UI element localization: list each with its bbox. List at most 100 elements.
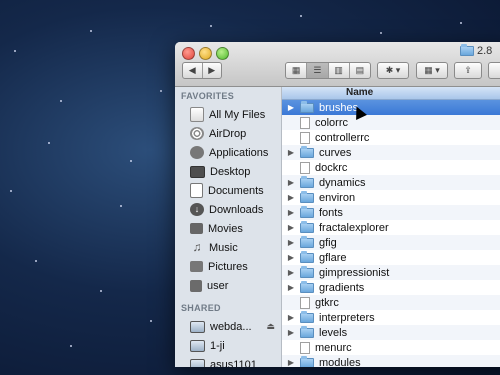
- folder-row[interactable]: ▶ interpreters: [282, 310, 500, 325]
- folder-icon: [300, 145, 314, 158]
- forward-button[interactable]: ▶: [203, 63, 222, 78]
- sidebar-item-applications[interactable]: Applications: [175, 143, 281, 162]
- eject-icon[interactable]: ⏏: [266, 321, 275, 332]
- share-button[interactable]: ⇪: [454, 62, 482, 79]
- window-title: 2.8: [460, 44, 493, 57]
- file-row[interactable]: menurc: [282, 340, 500, 355]
- folder-row[interactable]: ▶ modules: [282, 355, 500, 367]
- folder-row[interactable]: ▶ levels: [282, 325, 500, 340]
- disclosure-triangle-icon[interactable]: ▶: [285, 253, 297, 262]
- list-view-button[interactable]: ☰: [307, 63, 329, 78]
- airdrop-icon: [190, 127, 204, 140]
- sidebar: FAVORITES All My Files AirDrop Application…: [175, 87, 282, 367]
- file-name: fractalexplorer: [319, 221, 389, 234]
- disclosure-triangle-icon[interactable]: ▶: [285, 148, 297, 157]
- file-name: interpreters: [319, 311, 375, 324]
- disclosure-triangle-icon[interactable]: ▶: [285, 313, 297, 322]
- sidebar-favorites-header: FAVORITES: [181, 91, 235, 101]
- document-icon: [300, 341, 310, 354]
- action-menu-button[interactable]: ✱ ▾: [377, 62, 409, 79]
- folder-row[interactable]: ▶ gflare: [282, 250, 500, 265]
- sidebar-item-label: Desktop: [210, 165, 251, 178]
- file-name: gfig: [319, 236, 337, 249]
- file-name: curves: [319, 146, 352, 159]
- icon-view-button[interactable]: ▦: [286, 63, 308, 78]
- finder-window: 2.8 ◀ ▶ ▦ ☰ ▥ ▤ ✱ ▾ ▦ ▾ ⇪ FAVORITES All …: [175, 42, 500, 367]
- cover-flow-button[interactable]: ▤: [350, 63, 370, 78]
- sidebar-item-label: webda...: [210, 320, 252, 333]
- folder-row[interactable]: ▶ gimpressionist: [282, 265, 500, 280]
- sidebar-item-documents[interactable]: Documents: [175, 181, 281, 200]
- zoom-window-button[interactable]: [216, 47, 229, 60]
- disclosure-triangle-icon[interactable]: ▶: [285, 328, 297, 337]
- sidebar-item-label: Applications: [209, 146, 269, 159]
- sidebar-item-music[interactable]: ♫ Music: [175, 238, 281, 257]
- view-mode-control[interactable]: ▦ ☰ ▥ ▤: [285, 62, 371, 79]
- sidebar-item-label: asus1101: [210, 358, 257, 368]
- disclosure-triangle-icon[interactable]: ▶: [285, 103, 297, 112]
- sidebar-item-desktop[interactable]: Desktop: [175, 162, 281, 181]
- sidebar-item-webda[interactable]: webda... ⏏: [175, 317, 281, 336]
- disclosure-triangle-icon[interactable]: ▶: [285, 358, 297, 367]
- disclosure-triangle-icon[interactable]: ▶: [285, 178, 297, 187]
- disclosure-triangle-icon[interactable]: ▶: [285, 208, 297, 217]
- file-row[interactable]: dockrc: [282, 160, 500, 175]
- disclosure-triangle-icon[interactable]: ▶: [285, 268, 297, 277]
- column-view-button[interactable]: ▥: [329, 63, 350, 78]
- name-column-header[interactable]: Name: [282, 87, 500, 100]
- folder-row[interactable]: ▶ gradients: [282, 280, 500, 295]
- file-row[interactable]: controllerrc: [282, 130, 500, 145]
- folder-row[interactable]: ▶ brushes: [282, 100, 500, 115]
- sidebar-item-airdrop[interactable]: AirDrop: [175, 124, 281, 143]
- document-icon: [300, 131, 310, 144]
- sidebar-item-pictures[interactable]: Pictures: [175, 257, 281, 276]
- sidebar-item-user[interactable]: user: [175, 276, 281, 295]
- home-icon: [190, 279, 202, 292]
- computer-icon: [190, 320, 205, 333]
- documents-icon: [190, 183, 203, 198]
- disclosure-triangle-icon[interactable]: ▶: [285, 223, 297, 232]
- folder-row[interactable]: ▶ gfig: [282, 235, 500, 250]
- movies-icon: [190, 223, 203, 234]
- sidebar-item-label: All My Files: [209, 108, 266, 121]
- folder-icon: [300, 250, 314, 263]
- search-field[interactable]: [488, 62, 500, 79]
- sidebar-item-label: AirDrop: [209, 127, 247, 140]
- file-name: fonts: [319, 206, 343, 219]
- sidebar-item-downloads[interactable]: ↓ Downloads: [175, 200, 281, 219]
- computer-icon: [190, 358, 205, 367]
- folder-row[interactable]: ▶ environ: [282, 190, 500, 205]
- downloads-icon: ↓: [190, 203, 204, 216]
- file-row[interactable]: colorrc: [282, 115, 500, 130]
- file-name: gimpressionist: [319, 266, 390, 279]
- disclosure-triangle-icon[interactable]: ▶: [285, 283, 297, 292]
- music-icon: ♫: [192, 240, 202, 254]
- file-name: levels: [319, 326, 348, 339]
- close-window-button[interactable]: [182, 47, 195, 60]
- minimize-window-button[interactable]: [199, 47, 212, 60]
- sidebar-item-asus1101[interactable]: asus1101: [175, 355, 281, 367]
- folder-row[interactable]: ▶ fonts: [282, 205, 500, 220]
- back-button[interactable]: ◀: [183, 63, 203, 78]
- sidebar-item-all-my-files[interactable]: All My Files: [175, 105, 281, 124]
- window-title-text: 2.8: [477, 45, 493, 57]
- file-name: colorrc: [315, 116, 349, 129]
- folder-icon: [300, 205, 314, 218]
- arrange-menu-button[interactable]: ▦ ▾: [416, 62, 448, 79]
- disclosure-triangle-icon[interactable]: ▶: [285, 193, 297, 202]
- folder-icon: [300, 190, 314, 203]
- titlebar: 2.8 ◀ ▶ ▦ ☰ ▥ ▤ ✱ ▾ ▦ ▾ ⇪: [175, 42, 500, 87]
- disclosure-triangle-icon[interactable]: ▶: [285, 238, 297, 247]
- file-name: dockrc: [315, 161, 348, 174]
- sidebar-item-label: user: [207, 279, 229, 292]
- folder-row[interactable]: ▶ dynamics: [282, 175, 500, 190]
- computer-icon: [190, 339, 205, 352]
- folder-row[interactable]: ▶ fractalexplorer: [282, 220, 500, 235]
- sidebar-item-movies[interactable]: Movies: [175, 219, 281, 238]
- back-forward-control[interactable]: ◀ ▶: [182, 62, 222, 79]
- file-name: gradients: [319, 281, 365, 294]
- folder-row[interactable]: ▶ curves: [282, 145, 500, 160]
- file-row[interactable]: gtkrc: [282, 295, 500, 310]
- sidebar-item-1-ji[interactable]: 1-ji: [175, 336, 281, 355]
- folder-icon: [460, 44, 474, 56]
